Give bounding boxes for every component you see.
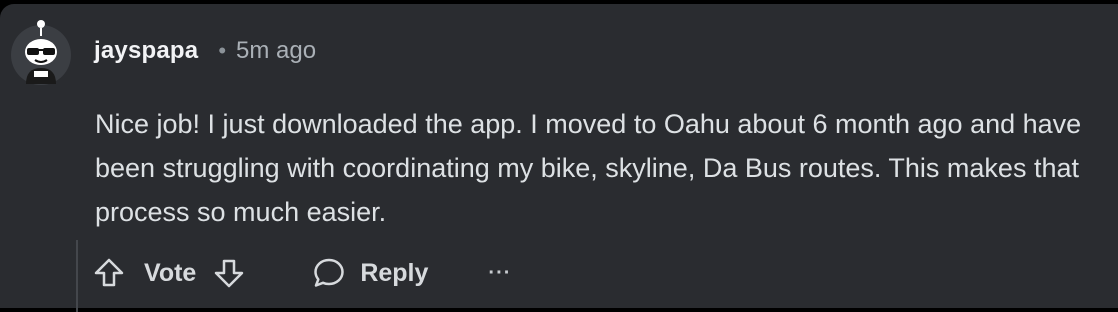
more-options-button[interactable]: ··· (488, 262, 511, 285)
reply-label: Reply (360, 258, 429, 287)
vote-label: Vote (144, 258, 197, 287)
vote-control: Vote (92, 256, 246, 290)
separator-dot: • (218, 38, 227, 63)
arrow-down-outline-icon (215, 259, 244, 288)
speech-bubble-icon (312, 256, 346, 290)
comment-card: jayspapa • 5m ago Nice job! I just downl… (0, 4, 1118, 312)
downvote-button[interactable] (212, 256, 246, 290)
arrow-up-outline-icon (94, 258, 124, 287)
reply-button[interactable]: Reply (312, 256, 428, 290)
timestamp: 5m ago (236, 37, 317, 64)
username-link[interactable]: jayspapa (94, 37, 198, 65)
comment-body: Nice job! I just downloaded the app. I m… (95, 109, 1082, 227)
snoo-avatar-icon (11, 20, 71, 85)
comment-meta: jayspapa • 5m ago (94, 34, 316, 68)
comment-actions: Vote Reply ··· (92, 254, 511, 292)
user-avatar[interactable] (6, 16, 76, 86)
upvote-button[interactable] (92, 256, 126, 290)
thread-line[interactable] (76, 240, 78, 312)
